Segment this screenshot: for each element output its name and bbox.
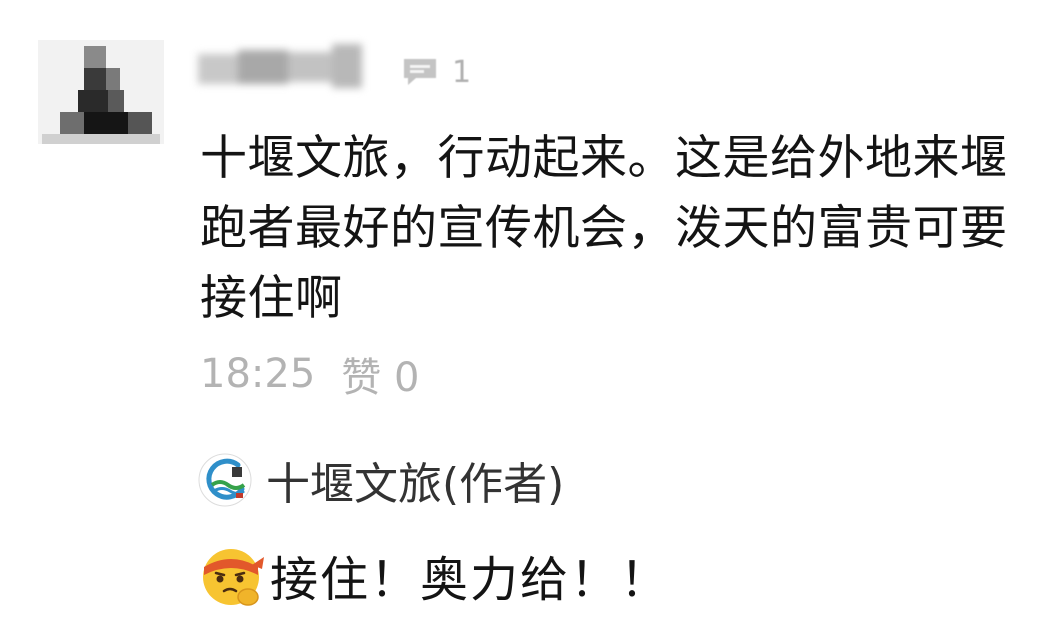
author-reply: 接住！奥力给！！	[198, 538, 670, 612]
author-name[interactable]: 十堰文旅(作者)	[266, 448, 564, 512]
reply-count-number: 1	[452, 54, 472, 90]
comment-meta: 18:25 赞 0	[200, 346, 419, 402]
comment-time: 18:25	[200, 351, 316, 397]
saluting-face-emoji-icon	[203, 549, 264, 606]
author-reply-text: 接住！奥力给！！	[270, 552, 671, 608]
author-reply-header: 十堰文旅(作者)	[198, 450, 564, 510]
reply-count[interactable]: 1	[400, 50, 471, 94]
like-button[interactable]: 赞 0	[341, 345, 419, 403]
author-avatar-logo[interactable]	[198, 453, 252, 507]
commenter-name-blurred[interactable]	[198, 40, 366, 98]
commenter-avatar[interactable]	[38, 40, 164, 144]
comment-bubble-icon	[404, 59, 436, 85]
comment-text: 十堰文旅，行动起来。这是给外地来堰跑者最好的宣传机会，泼天的富贵可要接住啊	[200, 131, 1008, 326]
